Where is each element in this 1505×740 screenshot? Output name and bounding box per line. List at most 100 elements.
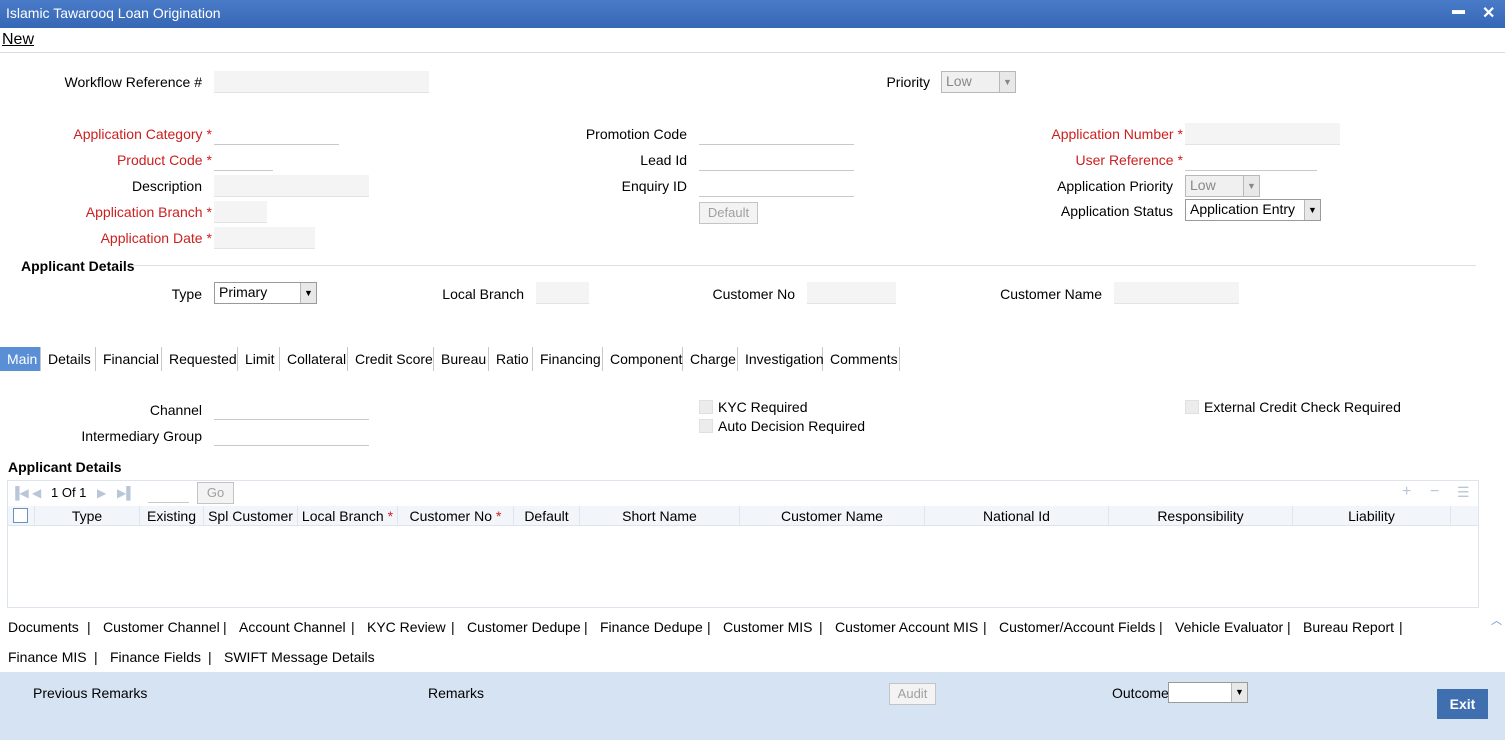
column-default[interactable]: Default <box>514 506 580 526</box>
page-number-input[interactable] <box>148 482 189 503</box>
customer-name-field[interactable] <box>1114 282 1239 304</box>
column-responsibility[interactable]: Responsibility <box>1109 506 1293 526</box>
column-liability[interactable]: Liability <box>1293 506 1451 526</box>
add-row-icon[interactable]: + <box>1402 483 1411 501</box>
application-date-field[interactable] <box>214 227 315 249</box>
tab-financial[interactable]: Financial <box>96 347 162 371</box>
list-view-icon[interactable]: ☰ <box>1457 484 1470 501</box>
application-priority-select[interactable]: Low ▼ <box>1185 175 1260 197</box>
close-icon[interactable]: ✕ <box>1482 3 1495 23</box>
previous-remarks-label[interactable]: Previous Remarks <box>33 685 147 701</box>
grid-heading: Applicant Details <box>8 459 122 475</box>
tab-component[interactable]: Component <box>603 347 683 371</box>
column-short-name[interactable]: Short Name <box>580 506 740 526</box>
tab-main[interactable]: Main <box>0 347 41 371</box>
link-separator: | <box>94 649 98 665</box>
tab-charge[interactable]: Charge <box>683 347 738 371</box>
promotion-code-field[interactable] <box>699 123 854 145</box>
delete-row-icon[interactable]: − <box>1430 483 1439 501</box>
link-finance-mis[interactable]: Finance MIS <box>8 649 87 665</box>
tab-financing[interactable]: Financing <box>533 347 603 371</box>
tab-limit[interactable]: Limit <box>238 347 280 371</box>
external-credit-check-label: External Credit Check Required <box>1204 399 1401 415</box>
application-priority-value: Low <box>1190 177 1216 193</box>
user-reference-field[interactable] <box>1185 149 1317 171</box>
application-branch-field[interactable] <box>214 201 267 223</box>
link-vehicle-evaluator[interactable]: Vehicle Evaluator <box>1175 619 1283 635</box>
link-kyc-review[interactable]: KYC Review <box>367 619 446 635</box>
link-customer-mis[interactable]: Customer MIS <box>723 619 812 635</box>
application-number-label: Application Number * <box>1051 126 1183 142</box>
local-branch-field[interactable] <box>536 282 589 304</box>
customer-no-field[interactable] <box>807 282 896 304</box>
tab-details[interactable]: Details <box>41 347 96 371</box>
tab-credit-score[interactable]: Credit Score <box>348 347 434 371</box>
link-separator: | <box>1399 619 1403 635</box>
tab-investigation[interactable]: Investigation <box>738 347 824 371</box>
link-documents[interactable]: Documents <box>8 619 79 635</box>
application-status-select[interactable]: Application Entry ▼ <box>1185 199 1321 221</box>
exit-button[interactable]: Exit <box>1437 689 1488 719</box>
remarks-label[interactable]: Remarks <box>428 685 484 701</box>
priority-value: Low <box>946 73 972 89</box>
application-category-field[interactable] <box>214 123 339 145</box>
tab-comments[interactable]: Comments <box>823 347 900 371</box>
column-customer-no[interactable]: Customer No * <box>398 506 514 526</box>
column-national-id[interactable]: National Id <box>925 506 1109 526</box>
lead-id-field[interactable] <box>699 149 854 171</box>
link-customer-account-fields[interactable]: Customer/Account Fields <box>999 619 1155 635</box>
kyc-required-checkbox[interactable] <box>699 400 713 414</box>
priority-select[interactable]: Low ▼ <box>941 71 1016 93</box>
link-swift-message-details[interactable]: SWIFT Message Details <box>224 649 375 665</box>
tab-bureau[interactable]: Bureau <box>434 347 489 371</box>
minimize-icon[interactable]: ▬ <box>1452 2 1465 17</box>
enquiry-id-label: Enquiry ID <box>621 178 687 194</box>
external-credit-check-checkbox[interactable] <box>1185 400 1199 414</box>
product-code-field[interactable] <box>214 149 273 171</box>
channel-field[interactable] <box>214 398 369 420</box>
link-account-channel[interactable]: Account Channel <box>239 619 346 635</box>
window-title-bar: Islamic Tawarooq Loan Origination ▬ ✕ <box>0 0 1505 28</box>
last-page-icon[interactable]: ▶▌ <box>117 486 135 500</box>
workflow-reference-field[interactable] <box>214 71 429 93</box>
column-spl-customer[interactable]: Spl Customer <box>204 506 298 526</box>
type-select[interactable]: Primary ▼ <box>214 282 317 304</box>
application-number-field[interactable] <box>1185 123 1340 145</box>
link-separator: | <box>983 619 987 635</box>
chevron-up-icon[interactable]: ︿ <box>1491 612 1502 628</box>
audit-button[interactable]: Audit <box>889 683 936 705</box>
link-customer-account-mis[interactable]: Customer Account MIS <box>835 619 978 635</box>
workflow-reference-label: Workflow Reference # <box>64 74 202 90</box>
enquiry-id-field[interactable] <box>699 175 854 197</box>
chevron-down-icon: ▼ <box>1304 200 1320 220</box>
link-separator: | <box>1159 619 1163 635</box>
auto-decision-checkbox[interactable] <box>699 419 713 433</box>
go-button[interactable]: Go <box>197 482 234 504</box>
tab-collateral[interactable]: Collateral <box>280 347 348 371</box>
customer-no-label: Customer No <box>712 286 795 302</box>
tab-requested[interactable]: Requested <box>162 347 238 371</box>
intermediary-group-field[interactable] <box>214 424 369 446</box>
outcome-select[interactable]: ▼ <box>1168 682 1248 703</box>
column-customer-name[interactable]: Customer Name <box>740 506 925 526</box>
select-all-checkbox[interactable] <box>13 508 28 523</box>
column-type[interactable]: Type <box>35 506 140 526</box>
new-link[interactable]: New <box>2 31 34 49</box>
channel-label: Channel <box>149 402 202 418</box>
link-customer-channel[interactable]: Customer Channel <box>103 619 220 635</box>
link-finance-fields[interactable]: Finance Fields <box>110 649 201 665</box>
column-local-branch[interactable]: Local Branch * <box>298 506 398 526</box>
link-separator: | <box>351 619 355 635</box>
link-finance-dedupe[interactable]: Finance Dedupe <box>600 619 703 635</box>
promotion-code-label: Promotion Code <box>585 126 687 142</box>
link-bureau-report[interactable]: Bureau Report <box>1303 619 1394 635</box>
previous-page-icon[interactable]: ◀ <box>32 486 41 500</box>
description-field[interactable] <box>214 175 369 197</box>
column-existing[interactable]: Existing <box>140 506 204 526</box>
next-page-icon[interactable]: ▶ <box>97 486 106 500</box>
link-separator: | <box>87 619 91 635</box>
link-customer-dedupe[interactable]: Customer Dedupe <box>467 619 581 635</box>
tab-ratio[interactable]: Ratio <box>489 347 533 371</box>
first-page-icon[interactable]: ▐◀ <box>11 486 29 500</box>
default-button[interactable]: Default <box>699 202 758 224</box>
